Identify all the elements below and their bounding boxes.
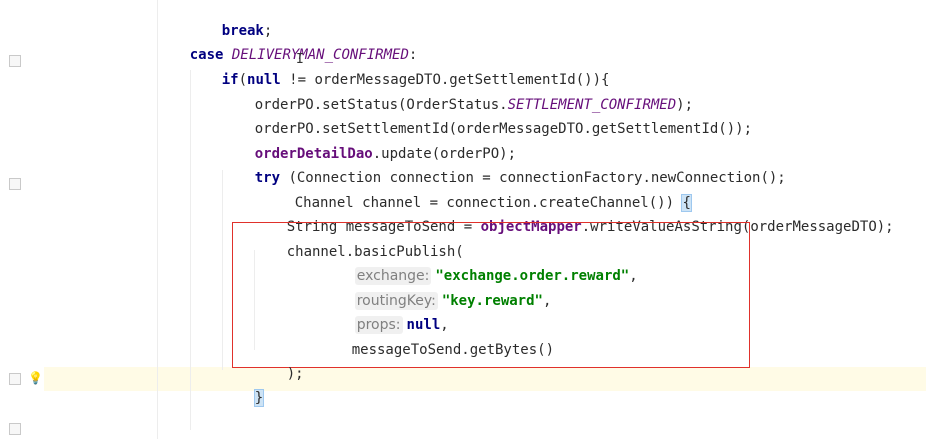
code-line[interactable]: );	[253, 347, 304, 382]
fold-marker[interactable]	[9, 423, 21, 435]
string-literal: "key.reward"	[441, 293, 543, 309]
code-line[interactable]: Channel channel = connection.createChann…	[261, 176, 692, 212]
current-line-highlight	[0, 367, 926, 391]
code-line[interactable]: orderPO.setStatus(OrderStatus.SETTLEMENT…	[221, 78, 693, 113]
code-line[interactable]: if(null != orderMessageDTO.getSettlement…	[188, 53, 610, 88]
code-editor[interactable]: 💡 break; case DELIVERYMAN_CONFIRMED: if(…	[0, 0, 926, 439]
code-line[interactable]: break;	[188, 4, 273, 39]
code-line[interactable]: routingKey: "key.reward",	[321, 274, 551, 310]
code-line[interactable]: messageToSend.getBytes()	[318, 323, 554, 358]
code-line[interactable]: String messageToSend = objectMapper.writ…	[253, 200, 894, 235]
code-line[interactable]: exchange: "exchange.order.reward",	[321, 249, 638, 285]
editor-gutter: 💡	[0, 0, 44, 439]
code-line[interactable]: orderDetailDao.update(orderPO);	[221, 127, 516, 162]
code-line[interactable]: }else {	[188, 421, 281, 439]
text-caret	[263, 390, 265, 406]
code-line[interactable]: }	[221, 371, 265, 407]
lightbulb-icon[interactable]: 💡	[28, 371, 43, 385]
code-line[interactable]: case DELIVERYMAN_CONFIRMED:	[156, 28, 418, 63]
indent-guide	[190, 70, 191, 430]
code-line[interactable]: try (Connection connection = connectionF…	[221, 151, 786, 186]
fold-marker[interactable]	[9, 373, 21, 385]
code-line[interactable]: channel.basicPublish(	[253, 225, 464, 260]
fold-marker[interactable]	[9, 55, 21, 67]
matched-brace: }	[253, 389, 265, 407]
mouse-ibeam-cursor: I	[296, 52, 304, 67]
fold-marker[interactable]	[9, 178, 21, 190]
code-line[interactable]: props: null,	[321, 298, 449, 334]
code-line[interactable]: orderPO.setSettlementId(orderMessageDTO.…	[221, 102, 752, 137]
